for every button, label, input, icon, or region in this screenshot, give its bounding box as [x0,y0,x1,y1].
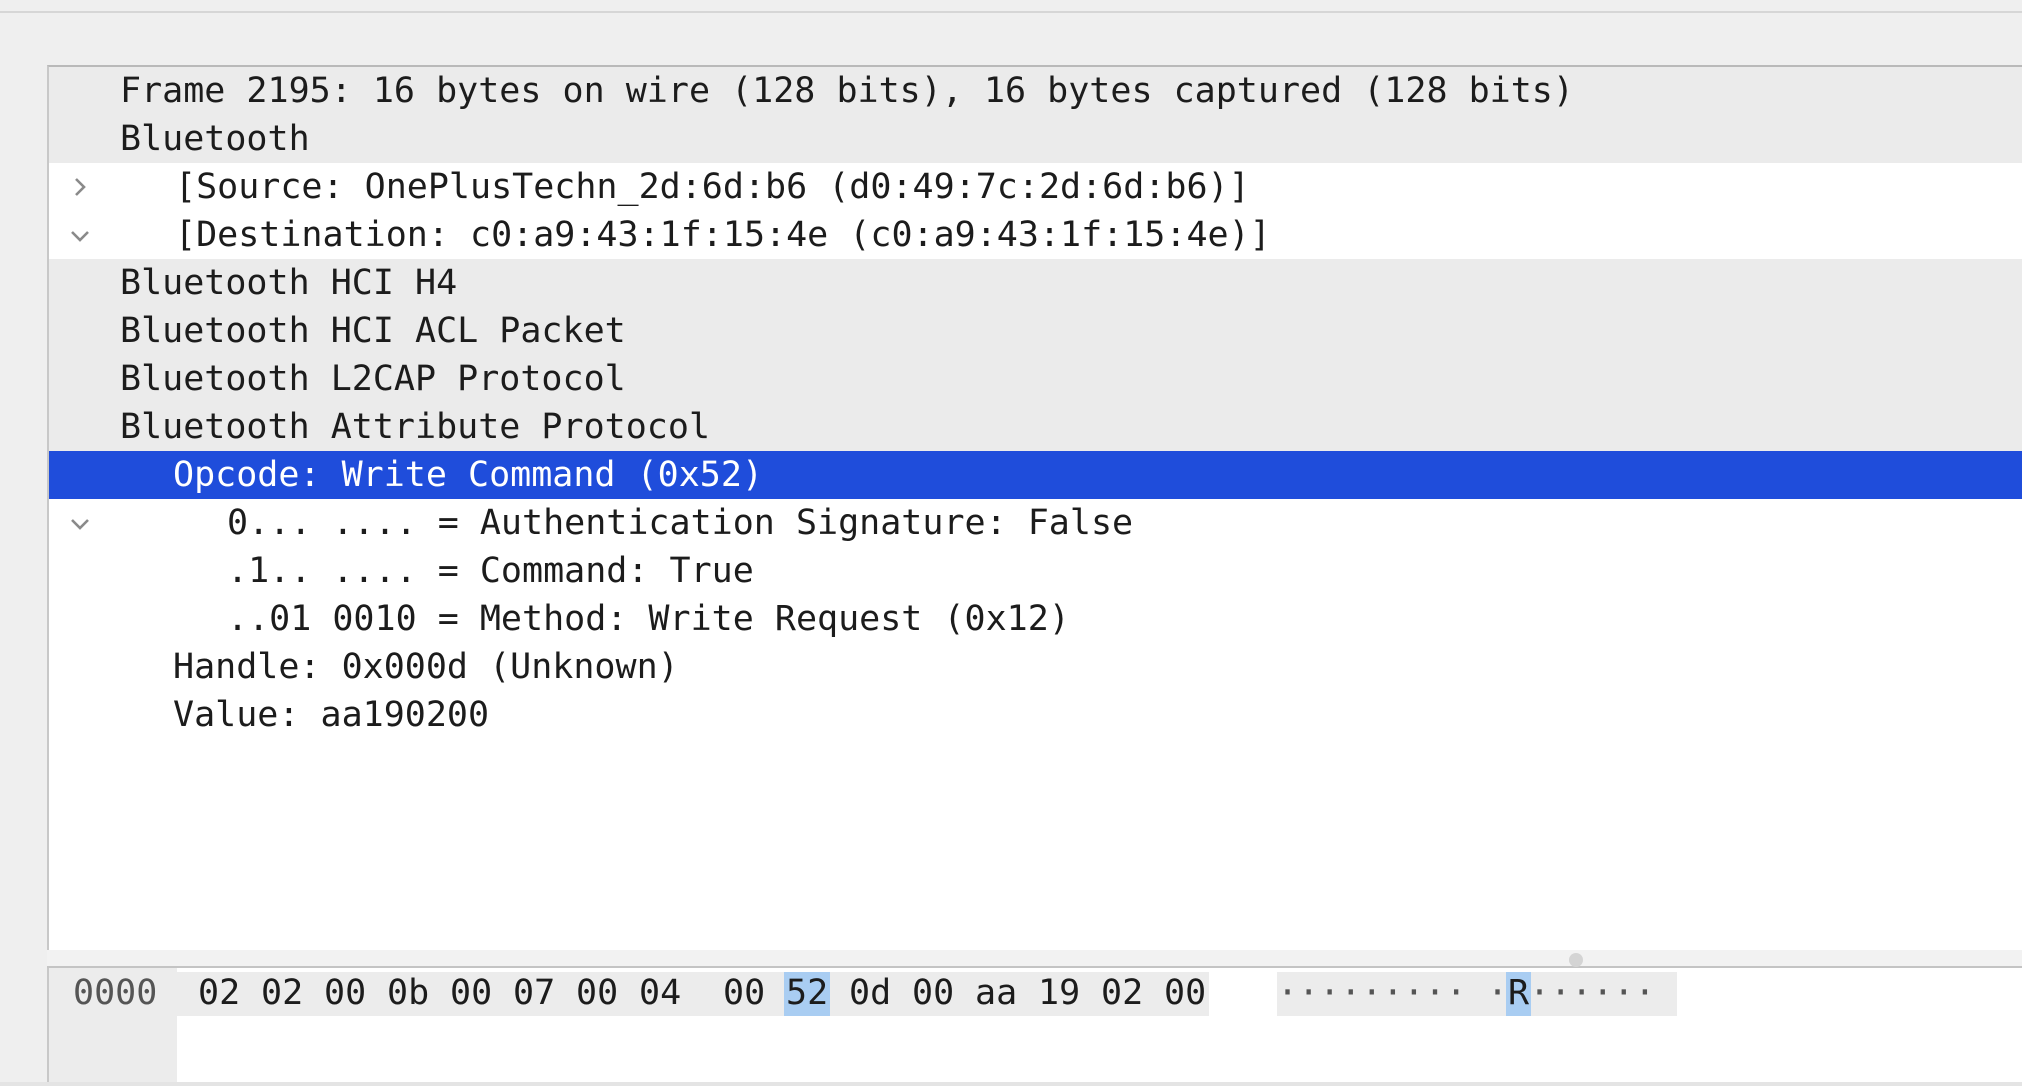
packet-details-pane[interactable]: Frame 2195: 16 bytes on wire (128 bits),… [47,65,2022,950]
offset-column: 0000 [49,968,177,1082]
tree-row-source[interactable]: [Source: OnePlusTechn_2d:6d:b6 (d0:49:7c… [49,163,2022,211]
hex-byte[interactable]: 04 [639,968,681,1018]
ascii-dump-part[interactable]: ······ [1529,968,1655,1018]
chevron-down-icon[interactable] [117,451,147,578]
tree-row-label: Bluetooth L2CAP Protocol [120,359,626,399]
tree-row-label: 0... .... = Authentication Signature: Fa… [227,503,1134,543]
ascii-dump-part[interactable]: · [1487,968,1508,1018]
tree-row-label: Bluetooth HCI ACL Packet [120,311,626,351]
hex-byte[interactable]: 02 [261,968,303,1018]
tree-row-destination[interactable]: [Destination: c0:a9:43:1f:15:4e (c0:a9:4… [49,211,2022,259]
hex-byte[interactable]: 00 [450,968,492,1018]
hex-byte[interactable]: 19 [1038,968,1080,1018]
chevron-down-icon[interactable] [65,115,95,242]
byte-offset: 0000 [73,973,158,1013]
tree-row-method[interactable]: ..01 0010 = Method: Write Request (0x12) [49,595,2022,643]
ascii-char-highlighted[interactable]: R [1505,968,1532,1018]
tree-row-handle[interactable]: Handle: 0x000d (Unknown) [49,643,2022,691]
tree-row-label: Opcode: Write Command (0x52) [173,455,764,495]
hex-byte[interactable]: 00 [1164,968,1206,1018]
chevron-right-icon[interactable] [65,307,95,436]
hex-byte-highlighted[interactable]: 52 [783,968,831,1018]
chevron-right-icon[interactable] [65,259,95,388]
tree-row-label: .1.. .... = Command: True [227,551,754,591]
ascii-dump-part [1466,968,1487,1018]
hex-byte[interactable]: 00 [723,968,765,1018]
chevron-down-icon[interactable] [65,403,95,530]
packet-bytes-pane[interactable]: 0000 02 02 00 0b 00 07 00 04 00 52 0d 00… [47,968,2022,1082]
tree-row-label: [Source: OnePlusTechn_2d:6d:b6 (d0:49:7c… [175,167,1250,207]
hex-byte[interactable]: 00 [912,968,954,1018]
tree-row-label: Bluetooth [120,119,310,159]
hex-byte[interactable]: 00 [576,968,618,1018]
pane-splitter[interactable] [47,950,2022,968]
chevron-right-icon[interactable] [65,67,95,196]
hex-byte[interactable]: 0b [387,968,429,1018]
tree-row-value[interactable]: Value: aa190200 [49,691,2022,739]
hex-byte[interactable]: aa [975,968,1017,1018]
tree-row-att[interactable]: Bluetooth Attribute Protocol [49,403,2022,530]
chevron-right-icon[interactable] [65,355,95,484]
ascii-dump-part[interactable]: ········· [1277,968,1467,1018]
hex-byte[interactable]: 00 [324,968,366,1018]
tree-row-command-flag[interactable]: .1.. .... = Command: True [49,547,2022,595]
hex-byte[interactable]: 07 [513,968,555,1018]
tree-row-label: Bluetooth HCI H4 [120,263,458,303]
tree-row-frame[interactable]: Frame 2195: 16 bytes on wire (128 bits),… [49,67,2022,196]
tree-row-hci-h4[interactable]: Bluetooth HCI H4 [49,259,2022,388]
tree-row-label: ..01 0010 = Method: Write Request (0x12) [227,599,1070,639]
hex-byte[interactable]: 02 [198,968,240,1018]
hex-byte[interactable]: 02 [1101,968,1143,1018]
tree-row-bluetooth[interactable]: Bluetooth [49,115,2022,242]
splitter-handle[interactable] [1569,953,1583,967]
tree-row-auth-signature[interactable]: 0... .... = Authentication Signature: Fa… [49,499,2022,547]
tree-row-label: Frame 2195: 16 bytes on wire (128 bits),… [120,71,1574,111]
tree-row-hci-acl[interactable]: Bluetooth HCI ACL Packet [49,307,2022,436]
tree-row-label: Bluetooth Attribute Protocol [120,407,711,447]
tree-row-opcode[interactable]: Opcode: Write Command (0x52) [49,451,2022,578]
toolbar-divider [0,11,2022,13]
tree-row-label: Handle: 0x000d (Unknown) [173,647,679,687]
tree-row-l2cap[interactable]: Bluetooth L2CAP Protocol [49,355,2022,484]
tree-row-label: [Destination: c0:a9:43:1f:15:4e (c0:a9:4… [175,215,1271,255]
window-bottom-edge [0,1082,2022,1086]
tree-row-label: Value: aa190200 [173,695,490,735]
hex-byte[interactable]: 0d [849,968,891,1018]
